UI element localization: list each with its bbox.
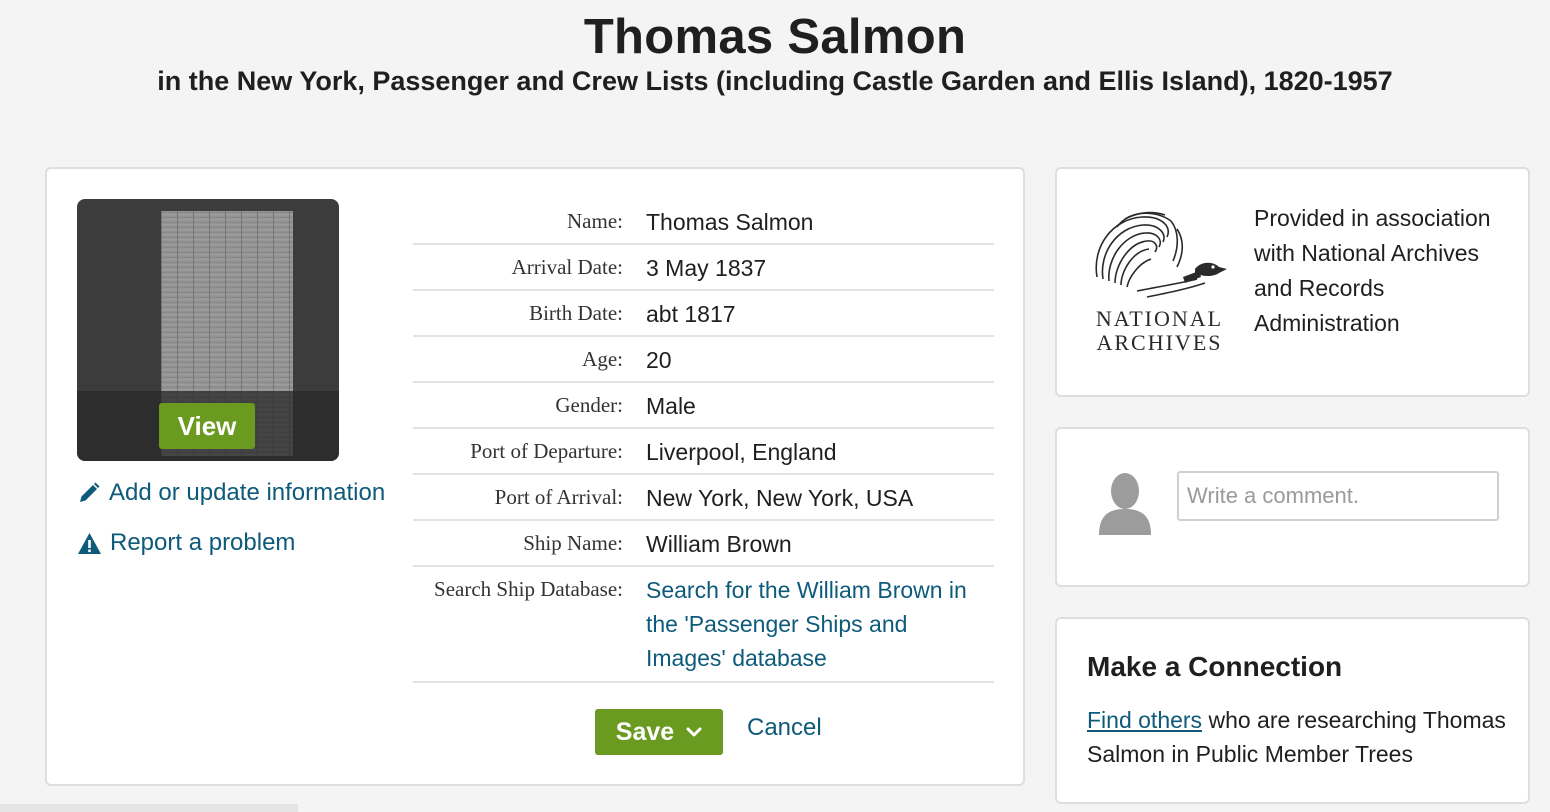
detail-row-port-departure: Port of Departure: Liverpool, England <box>413 428 994 475</box>
detail-label: Gender: <box>413 382 635 429</box>
detail-label: Port of Departure: <box>413 428 635 475</box>
detail-value: Liverpool, England <box>635 428 994 475</box>
chevron-down-icon <box>686 727 702 737</box>
add-update-info-label: Add or update information <box>109 479 386 506</box>
detail-value: abt 1817 <box>635 290 994 337</box>
report-problem-link[interactable]: Report a problem <box>77 529 295 557</box>
provider-text: Provided in association with National Ar… <box>1254 205 1491 336</box>
detail-value: Thomas Salmon <box>635 199 994 245</box>
save-label: Save <box>615 717 675 746</box>
detail-row-ship-database: Search Ship Database: Search for the Wil… <box>413 566 994 683</box>
detail-label: Port of Arrival: <box>413 474 635 521</box>
detail-label: Search Ship Database: <box>413 566 635 683</box>
add-update-info-link[interactable]: Add or update information <box>77 479 385 507</box>
detail-row-age: Age: 20 <box>413 336 994 383</box>
avatar-icon <box>1099 473 1151 535</box>
detail-row-name: Name: Thomas Salmon <box>413 199 994 245</box>
detail-row-ship-name: Ship Name: William Brown <box>413 520 994 567</box>
bottom-scrollbar[interactable] <box>0 804 298 812</box>
national-archives-logo: NATIONAL ARCHIVES <box>1087 207 1232 357</box>
eagle-logo-icon <box>1095 211 1227 298</box>
detail-value: William Brown <box>635 520 994 567</box>
view-image-button[interactable]: View <box>159 403 255 449</box>
connection-text: Find others who are researching Thomas S… <box>1087 703 1507 771</box>
detail-value: New York, New York, USA <box>635 474 994 521</box>
ship-database-link[interactable]: Search for the William Brown in the 'Pas… <box>646 577 967 671</box>
detail-label: Birth Date: <box>413 290 635 337</box>
detail-value: Search for the William Brown in the 'Pas… <box>635 566 994 683</box>
collection-subtitle: in the New York, Passenger and Crew List… <box>157 66 1393 96</box>
detail-value: 20 <box>635 336 994 383</box>
detail-label: Name: <box>413 199 635 245</box>
comment-input[interactable] <box>1177 471 1499 521</box>
record-image-thumbnail[interactable]: View <box>77 199 339 461</box>
page-header: Thomas Salmon in the New York, Passenger… <box>0 8 1550 96</box>
detail-label: Age: <box>413 336 635 383</box>
detail-row-arrival-date: Arrival Date: 3 May 1837 <box>413 244 994 291</box>
save-button[interactable]: Save <box>595 709 723 755</box>
detail-row-port-arrival: Port of Arrival: New York, New York, USA <box>413 474 994 521</box>
record-details-table: Name: Thomas Salmon Arrival Date: 3 May … <box>413 199 994 683</box>
pencil-icon <box>80 482 100 502</box>
warning-icon <box>78 532 101 554</box>
record-card: View Add or update information Report a … <box>45 167 1025 786</box>
wordmark-line-1: NATIONAL <box>1095 306 1224 331</box>
cancel-link[interactable]: Cancel <box>747 714 822 742</box>
detail-row-birth-date: Birth Date: abt 1817 <box>413 290 994 337</box>
detail-value: Male <box>635 382 994 429</box>
page-title: Thomas Salmon <box>583 10 967 64</box>
national-archives-wordmark: NATIONAL ARCHIVES <box>1087 307 1232 355</box>
report-problem-label: Report a problem <box>110 529 296 556</box>
connection-card: Make a Connection Find others who are re… <box>1055 617 1530 804</box>
connection-title: Make a Connection <box>1087 651 1343 682</box>
provider-card: NATIONAL ARCHIVES Provided in associatio… <box>1055 167 1530 397</box>
detail-label: Arrival Date: <box>413 244 635 291</box>
detail-value: 3 May 1837 <box>635 244 994 291</box>
find-others-link[interactable]: Find others <box>1087 707 1202 733</box>
comment-card <box>1055 427 1530 587</box>
detail-row-gender: Gender: Male <box>413 382 994 429</box>
wordmark-line-2: ARCHIVES <box>1096 330 1223 355</box>
detail-label: Ship Name: <box>413 520 635 567</box>
